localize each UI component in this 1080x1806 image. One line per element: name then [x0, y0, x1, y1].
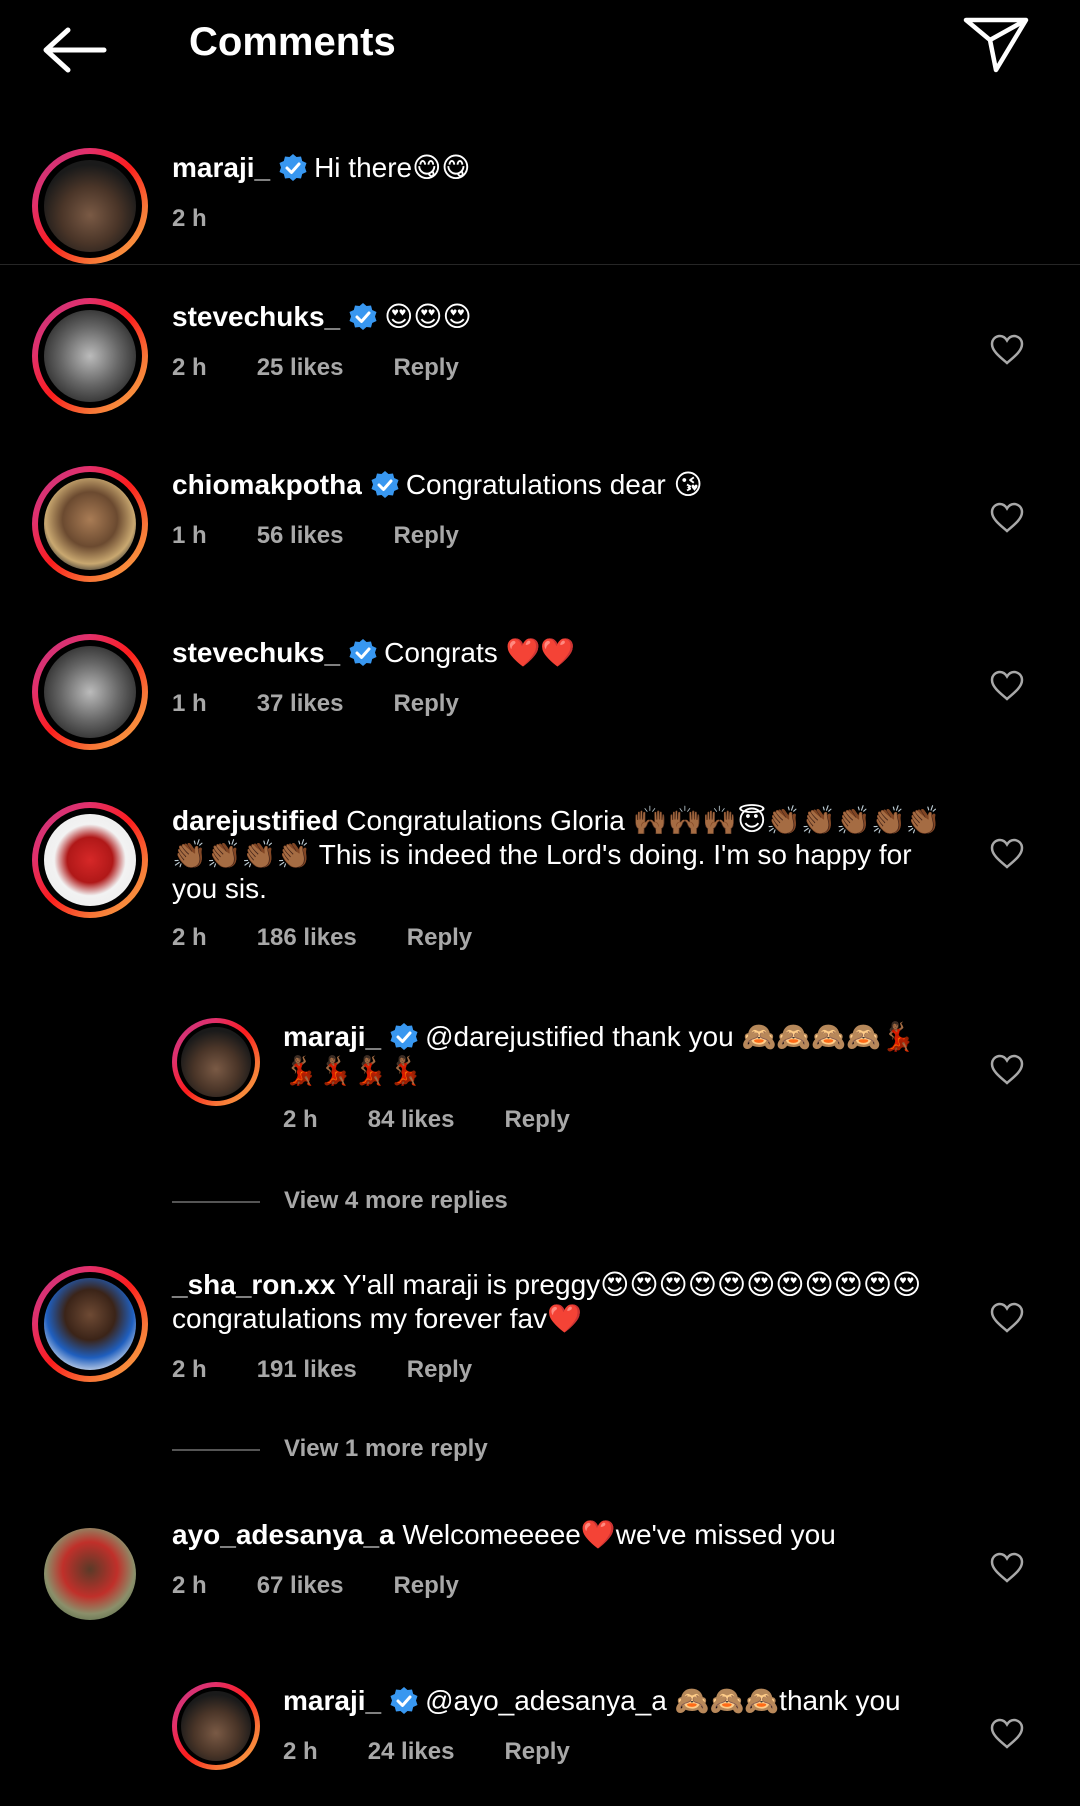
verified-badge-icon: [349, 639, 377, 666]
comment-text: @ayo_adesanya_a 🙈🙈🙈thank you: [425, 1685, 901, 1716]
timestamp: 2 h: [283, 1106, 318, 1133]
avatar[interactable]: [32, 466, 148, 582]
likes-count[interactable]: 186 likes: [257, 924, 357, 951]
reply-button[interactable]: Reply: [393, 354, 458, 381]
likes-count[interactable]: 24 likes: [368, 1738, 455, 1765]
reply-button[interactable]: Reply: [504, 1738, 569, 1765]
reply-button[interactable]: Reply: [393, 690, 458, 717]
reply-button[interactable]: Reply: [407, 1356, 472, 1383]
verified-badge-icon: [390, 1687, 418, 1714]
comment-text: 😍😍😍: [384, 301, 472, 332]
send-icon[interactable]: [962, 16, 1030, 74]
username[interactable]: maraji_: [283, 1021, 381, 1052]
likes-count[interactable]: 191 likes: [257, 1356, 357, 1383]
avatar[interactable]: [32, 148, 148, 264]
timestamp: 1 h: [172, 522, 207, 549]
timestamp: 2 h: [172, 1356, 207, 1383]
heart-icon[interactable]: [990, 1054, 1024, 1086]
avatar[interactable]: [172, 1018, 260, 1106]
username[interactable]: maraji_: [283, 1685, 381, 1716]
timestamp: 2 h: [172, 354, 207, 381]
avatar[interactable]: [32, 1516, 148, 1632]
username[interactable]: darejustified: [172, 805, 338, 836]
comment-text: Welcomeeeee❤️we've missed you: [402, 1519, 836, 1550]
heart-icon[interactable]: [990, 838, 1024, 870]
comment-text: Congrats ❤️❤️: [384, 637, 576, 668]
likes-count[interactable]: 84 likes: [368, 1106, 455, 1133]
likes-count[interactable]: 37 likes: [257, 690, 344, 717]
reply-button[interactable]: Reply: [407, 924, 472, 951]
view-more-replies[interactable]: View 4 more replies: [172, 1187, 508, 1215]
heart-icon[interactable]: [990, 502, 1024, 534]
likes-count[interactable]: 67 likes: [257, 1572, 344, 1599]
username[interactable]: ayo_adesanya_a: [172, 1519, 395, 1550]
username[interactable]: stevechuks_: [172, 301, 340, 332]
avatar[interactable]: [172, 1682, 260, 1770]
timestamp: 2 h: [283, 1738, 318, 1765]
back-arrow-icon[interactable]: [40, 24, 108, 76]
avatar[interactable]: [32, 298, 148, 414]
likes-count[interactable]: 56 likes: [257, 522, 344, 549]
likes-count[interactable]: 25 likes: [257, 354, 344, 381]
heart-icon[interactable]: [990, 670, 1024, 702]
header-bar: Comments: [0, 0, 1080, 96]
verified-badge-icon: [349, 303, 377, 330]
comment-text: Congratulations dear 😘: [405, 469, 703, 500]
reply-button[interactable]: Reply: [393, 522, 458, 549]
heart-icon[interactable]: [990, 1552, 1024, 1584]
timestamp: 1 h: [172, 690, 207, 717]
view-more-replies[interactable]: View 1 more reply: [172, 1435, 488, 1463]
verified-badge-icon: [390, 1023, 418, 1050]
username[interactable]: maraji_: [172, 152, 270, 183]
username[interactable]: chiomakpotha: [172, 469, 362, 500]
comment-text: Hi there😋😋: [314, 152, 471, 183]
heart-icon[interactable]: [990, 1718, 1024, 1750]
thread-line: [172, 1200, 260, 1203]
verified-badge-icon: [371, 471, 399, 498]
avatar[interactable]: [32, 1266, 148, 1382]
username[interactable]: _sha_ron.xx: [172, 1269, 335, 1300]
timestamp: 2 h: [172, 205, 207, 232]
avatar[interactable]: [32, 802, 148, 918]
heart-icon[interactable]: [990, 334, 1024, 366]
heart-icon[interactable]: [990, 1302, 1024, 1334]
thread-line: [172, 1448, 260, 1451]
username[interactable]: stevechuks_: [172, 637, 340, 668]
reply-button[interactable]: Reply: [393, 1572, 458, 1599]
verified-badge-icon: [279, 154, 307, 181]
timestamp: 2 h: [172, 924, 207, 951]
divider: [0, 264, 1080, 265]
avatar[interactable]: [32, 634, 148, 750]
page-title: Comments: [189, 20, 396, 64]
reply-button[interactable]: Reply: [504, 1106, 569, 1133]
timestamp: 2 h: [172, 1572, 207, 1599]
